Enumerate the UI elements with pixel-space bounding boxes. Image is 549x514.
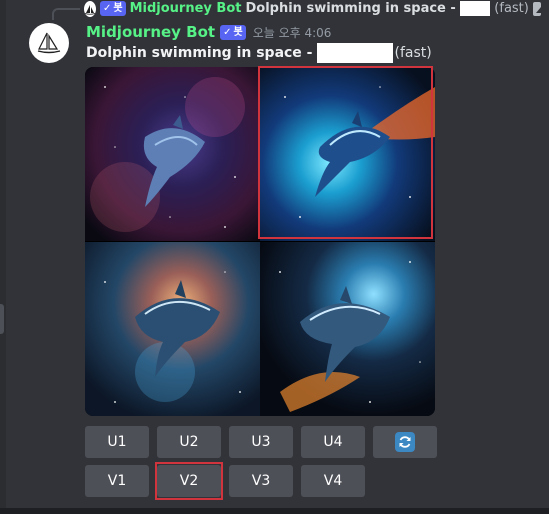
reply-reference[interactable]: ✓ 봇 Midjourney Bot Dolphin swimming in s…	[84, 0, 547, 17]
upscale-4-button[interactable]: U4	[301, 426, 365, 458]
upscale-2-button[interactable]: U2	[157, 426, 221, 458]
reply-avatar-icon[interactable]	[84, 0, 96, 17]
scroll-nub[interactable]	[0, 304, 4, 334]
reply-suffix: (fast)	[494, 1, 529, 16]
redacted-block	[316, 43, 393, 63]
variation-4-button[interactable]: V4	[301, 465, 365, 497]
sailboat-logo-icon	[37, 32, 61, 54]
message-content: Dolphin swimming in space - (fast)	[86, 43, 432, 63]
reroll-button[interactable]	[373, 426, 437, 458]
bot-badge-label: 봇	[233, 26, 243, 38]
upscale-1-button[interactable]: U1	[85, 426, 149, 458]
image-tile-1[interactable]	[85, 67, 260, 241]
image-tile-3[interactable]	[85, 242, 260, 416]
upscale-3-button[interactable]: U3	[229, 426, 293, 458]
speed-suffix: (fast)	[394, 45, 432, 61]
left-edge	[0, 0, 6, 514]
bottom-bar	[0, 508, 549, 514]
prompt-text: Dolphin swimming in space -	[86, 45, 313, 61]
variation-3-button[interactable]: V3	[229, 465, 293, 497]
username[interactable]: Midjourney Bot	[86, 23, 215, 41]
variation-2-highlight	[155, 462, 223, 500]
reply-bot-badge: ✓ 봇	[100, 1, 126, 16]
image-tile-4[interactable]	[260, 242, 435, 416]
reply-username[interactable]: Midjourney Bot	[130, 1, 242, 16]
image-grid[interactable]	[85, 67, 435, 416]
reply-text[interactable]: Dolphin swimming in space -	[245, 1, 455, 16]
image-icon	[532, 1, 547, 16]
reply-spine	[52, 8, 80, 20]
reply-bot-badge-label: 봇	[113, 3, 123, 14]
refresh-icon	[395, 432, 415, 452]
variation-1-button[interactable]: V1	[85, 465, 149, 497]
timestamp: 오늘 오후 4:06	[252, 25, 332, 40]
avatar[interactable]	[29, 23, 69, 63]
redacted-block	[459, 1, 491, 16]
bot-badge: ✓ 봇	[220, 24, 246, 40]
message-header: Midjourney Bot ✓ 봇 오늘 오후 4:06	[86, 22, 331, 42]
image-tile-2[interactable]	[260, 67, 435, 241]
